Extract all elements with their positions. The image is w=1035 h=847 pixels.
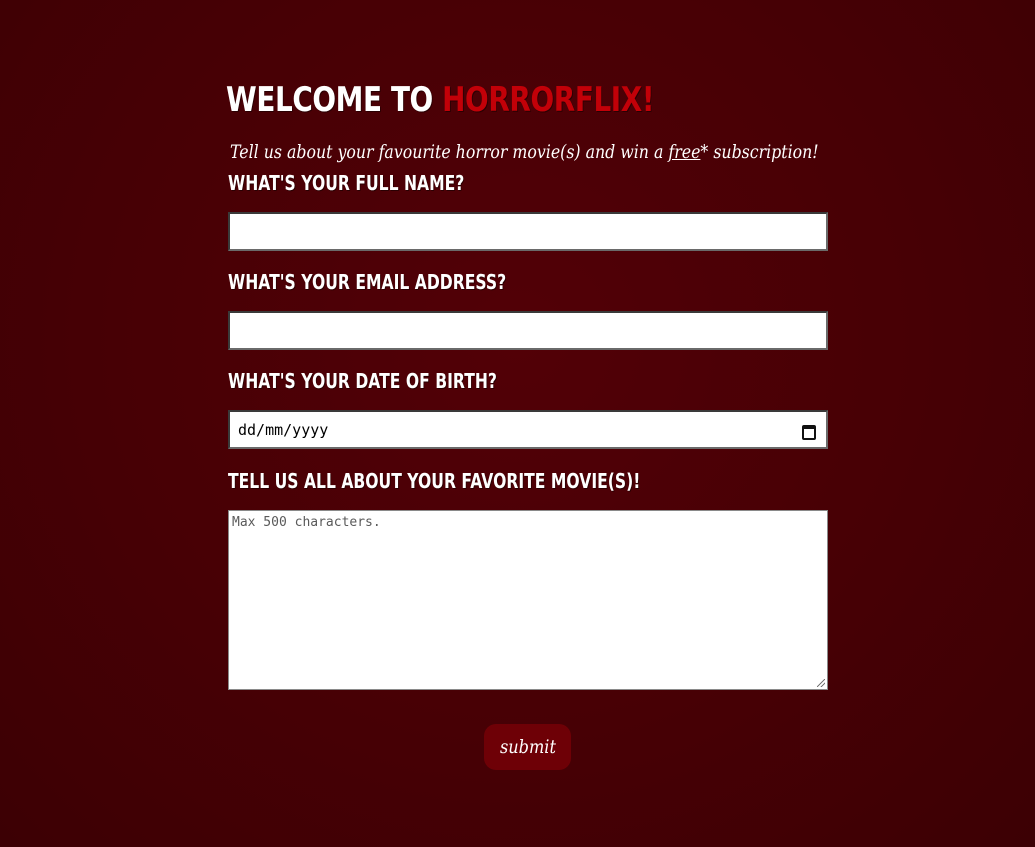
favorite-movies-label: Tell us all about your favorite movie(s)… xyxy=(228,469,641,493)
calendar-icon[interactable] xyxy=(802,423,816,440)
resize-handle-icon[interactable] xyxy=(817,679,825,687)
submit-row: submit xyxy=(484,724,571,770)
full-name-label: What's your full name? xyxy=(228,171,465,195)
intro-after: * subscription! xyxy=(700,141,819,163)
full-name-input[interactable] xyxy=(228,212,828,251)
textarea-placeholder: Max 500 characters. xyxy=(232,515,381,530)
free-link[interactable]: free xyxy=(668,141,700,163)
dob-input[interactable]: dd/mm/yyyy xyxy=(228,410,828,449)
submit-button[interactable]: submit xyxy=(484,724,571,770)
intro-before: Tell us about your favourite horror movi… xyxy=(230,141,669,163)
submit-label: submit xyxy=(499,736,556,758)
dob-placeholder: dd/mm/yyyy xyxy=(238,420,329,439)
email-label: What's your email address? xyxy=(228,270,507,294)
signup-form: Welcome to Horrorflix! Tell us about you… xyxy=(226,78,828,690)
dob-label: What's your date of birth? xyxy=(228,369,497,393)
brand-name: Horrorflix! xyxy=(442,80,655,120)
favorite-movies-textarea[interactable]: Max 500 characters. xyxy=(228,510,828,690)
title-prefix: Welcome to xyxy=(226,80,443,120)
email-input[interactable] xyxy=(228,311,828,350)
intro-text: Tell us about your favourite horror movi… xyxy=(230,138,828,166)
page-title: Welcome to Horrorflix! xyxy=(226,78,720,122)
